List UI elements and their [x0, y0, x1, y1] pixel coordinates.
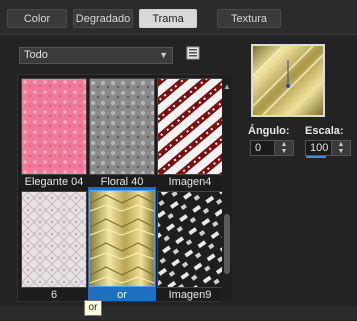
pattern-item-selected[interactable]: or: [88, 187, 156, 301]
list-view-icon[interactable]: [186, 46, 200, 60]
angle-spinner[interactable]: 0 ▲ ▼: [250, 140, 294, 156]
black-white-diagonal-pattern-icon: [157, 191, 223, 288]
pattern-gallery: Elegante 04 Floral 40 Imagen4 6 or Image…: [17, 74, 231, 302]
scroll-up-icon[interactable]: ▲: [223, 82, 231, 91]
pink-floral-pattern-icon: [21, 78, 87, 175]
tab-degradado[interactable]: Degradado: [73, 9, 133, 28]
scale-slider-indicator: [306, 156, 326, 158]
chevron-down-icon: ▼: [159, 50, 168, 60]
gallery-scrollbar[interactable]: ▲: [222, 74, 232, 302]
pattern-item[interactable]: Imagen9: [157, 191, 223, 301]
angle-label: Ángulo:: [248, 125, 290, 137]
pattern-label: Elegante 04: [24, 176, 84, 188]
angle-stepper-arrows-icon[interactable]: ▲ ▼: [274, 141, 293, 155]
scale-stepper-arrows-icon[interactable]: ▲ ▼: [331, 141, 350, 155]
category-dropdown-value: Todo: [24, 49, 48, 61]
red-diagonal-stripes-pattern-icon: [157, 78, 223, 175]
gold-pattern-icon: [89, 190, 155, 287]
pattern-label: Imagen4: [168, 176, 212, 188]
pattern-label: Imagen9: [168, 289, 212, 301]
gray-floral-pattern-icon: [89, 78, 155, 175]
pattern-tooltip: or: [84, 300, 102, 316]
category-dropdown[interactable]: Todo ▼: [19, 47, 173, 64]
pattern-preview[interactable]: [251, 44, 325, 117]
tab-trama[interactable]: Trama: [139, 9, 197, 28]
pattern-label: 6: [50, 289, 58, 301]
angle-value: 0: [255, 142, 262, 154]
tab-color[interactable]: Color: [7, 9, 67, 28]
pattern-item[interactable]: Imagen4: [157, 78, 223, 190]
scale-label: Escala:: [305, 125, 344, 137]
tab-bar: Color Degradado Trama Textura: [0, 0, 357, 34]
scale-spinner[interactable]: 100 ▲ ▼: [305, 140, 351, 158]
scrollbar-thumb[interactable]: [224, 214, 230, 274]
gold-pattern-preview-icon: [253, 46, 323, 115]
bottom-bar: [0, 306, 357, 320]
pattern-item[interactable]: Elegante 04: [21, 78, 87, 190]
pattern-item[interactable]: 6: [21, 191, 87, 301]
pale-lace-pattern-icon: [21, 191, 87, 288]
tab-textura[interactable]: Textura: [217, 9, 281, 28]
pattern-item[interactable]: Floral 40: [89, 78, 155, 190]
scale-value: 100: [310, 142, 329, 154]
